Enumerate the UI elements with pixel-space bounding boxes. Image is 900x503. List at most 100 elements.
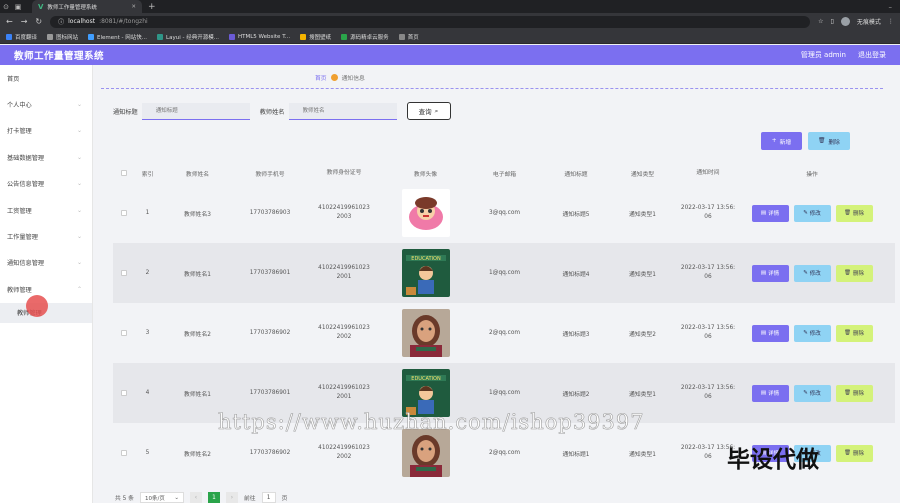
edit-button[interactable]: ✎ 修改 bbox=[793, 324, 831, 342]
row-checkbox[interactable] bbox=[121, 390, 127, 396]
add-button[interactable]: + 新增 bbox=[761, 132, 802, 150]
sidebar-item-workload[interactable]: 工作量管理 ⌄ bbox=[0, 223, 92, 249]
tab-close-icon[interactable]: ✕ bbox=[131, 4, 136, 10]
detail-button[interactable]: ▤ 详情 bbox=[751, 324, 789, 342]
cell-index: 3 bbox=[145, 330, 150, 336]
cell-email: 1@qq.com bbox=[488, 270, 521, 276]
bookmark-icon bbox=[341, 33, 348, 40]
detail-button[interactable]: ▤ 详情 bbox=[751, 204, 789, 222]
trash-icon: 🗑 bbox=[844, 450, 851, 456]
row-checkbox[interactable] bbox=[121, 330, 127, 336]
bookmark-item[interactable]: 图标网站 bbox=[47, 33, 78, 41]
more-menu-icon[interactable]: ⋮ bbox=[888, 18, 894, 25]
edit-icon: ✎ bbox=[803, 210, 808, 216]
cell-phone: 17703786903 bbox=[249, 210, 291, 216]
prev-page-button[interactable]: ‹ bbox=[189, 492, 202, 503]
bookmark-item[interactable]: 首页 bbox=[398, 33, 419, 41]
page-size-select[interactable]: 10条/页 ⌄ bbox=[139, 492, 184, 503]
sidebar-item-checkin[interactable]: 打卡管理 ⌄ bbox=[0, 118, 92, 144]
breadcrumb: 首页 通知信息 bbox=[315, 73, 365, 82]
delete-button[interactable]: 🗑 删除 bbox=[835, 384, 873, 402]
goto-label: 前往 bbox=[243, 496, 256, 502]
sidebar-item-profile[interactable]: 个人中心 ⌄ bbox=[0, 91, 92, 117]
query-button[interactable]: 查询 ⌕ bbox=[406, 102, 451, 120]
cell-title: 通知标题4 bbox=[562, 271, 590, 278]
goto-page-input[interactable]: 1 bbox=[261, 492, 276, 503]
chevron-down-icon: ⌄ bbox=[174, 494, 179, 501]
col-name: 教师姓名 bbox=[185, 171, 210, 178]
edit-button[interactable]: ✎ 修改 bbox=[793, 204, 831, 222]
app-header: 教师工作量管理系统 管理员 admin 退出登录 bbox=[0, 45, 900, 65]
delete-button[interactable]: 🗑 删除 bbox=[835, 264, 873, 282]
cell-index: 1 bbox=[145, 210, 150, 216]
profile-avatar-icon[interactable] bbox=[840, 17, 850, 26]
edit-button[interactable]: ✎ 修改 bbox=[793, 264, 831, 282]
chevron-down-icon: ⌄ bbox=[76, 127, 82, 135]
next-page-button[interactable]: › bbox=[225, 492, 238, 503]
profile-label[interactable]: 无痕模式 bbox=[857, 17, 881, 26]
watermark-text: 毕设代做 bbox=[727, 447, 819, 473]
bookmark-item[interactable]: Element - 网站快... bbox=[88, 33, 147, 41]
bookmark-item[interactable]: 搜图壁纸 bbox=[300, 33, 331, 41]
edit-button[interactable]: ✎ 修改 bbox=[793, 384, 831, 402]
bookmark-icon bbox=[6, 33, 12, 40]
detail-button[interactable]: ▤ 详情 bbox=[751, 384, 789, 402]
new-tab-icon[interactable]: + bbox=[148, 2, 156, 12]
delete-button[interactable]: 🗑 删除 bbox=[835, 444, 873, 462]
forward-icon[interactable]: → bbox=[21, 17, 28, 26]
star-icon[interactable]: ☆ bbox=[818, 18, 823, 25]
sidebar-item-announcements[interactable]: 公告信息管理 ⌄ bbox=[0, 171, 92, 197]
col-actions: 操作 bbox=[806, 171, 818, 178]
col-time: 通知时间 bbox=[696, 169, 720, 176]
cell-id: 41022419961023 2001 bbox=[318, 385, 370, 400]
teacher-avatar[interactable] bbox=[401, 429, 450, 477]
url-path: :8081/#/tongzhi bbox=[99, 18, 148, 25]
back-icon[interactable]: ← bbox=[6, 17, 13, 26]
logout-link[interactable]: 退出登录 bbox=[858, 50, 886, 60]
row-checkbox[interactable] bbox=[121, 210, 127, 216]
cell-index: 5 bbox=[145, 450, 150, 456]
pagination: 共 5 条 10条/页 ⌄ ‹ 1 › 前往 1 页 bbox=[115, 492, 287, 503]
cursor-click-indicator bbox=[26, 295, 48, 317]
table-header: 索引 教师姓名 教师手机号 教师身份证号 教师头像 电子邮箱 通知标题 通知类型… bbox=[113, 163, 895, 183]
browser-tab[interactable]: V 教师工作量管理系统 ✕ bbox=[32, 0, 142, 13]
cell-title: 通知标题5 bbox=[562, 211, 590, 218]
cell-type: 通知类型1 bbox=[629, 271, 656, 278]
reload-icon[interactable]: ↻ bbox=[35, 17, 42, 26]
title-filter-input[interactable] bbox=[141, 102, 250, 120]
bookmark-item[interactable]: 百度翻译 bbox=[6, 33, 37, 41]
detail-icon: ▤ bbox=[760, 270, 767, 276]
sidebar-item-teachers[interactable]: 教师管理 ⌃ bbox=[0, 276, 92, 302]
sidebar-item-notices[interactable]: 通知信息管理 ⌄ bbox=[0, 250, 92, 276]
batch-delete-button[interactable]: 🗑 删除 bbox=[808, 132, 850, 150]
sidebar-item-basic-data[interactable]: 基础数据管理 ⌄ bbox=[0, 144, 92, 170]
name-filter-input[interactable] bbox=[288, 102, 397, 120]
bookmark-item[interactable]: 源码精卓云服务 bbox=[341, 33, 389, 41]
detail-button[interactable]: ▤ 详情 bbox=[751, 264, 789, 282]
breadcrumb-home[interactable]: 首页 bbox=[315, 73, 327, 82]
tab-search-icon[interactable]: ▣ bbox=[12, 3, 24, 11]
col-avatar: 教师头像 bbox=[413, 171, 438, 178]
col-type: 通知类型 bbox=[630, 171, 655, 178]
select-all-checkbox[interactable] bbox=[121, 170, 127, 176]
bookmark-item[interactable]: Layui - 经典开源模... bbox=[157, 33, 219, 41]
cell-time: 2022-03-17 13:56: 06 bbox=[680, 385, 736, 400]
window-minimize-icon[interactable]: – bbox=[889, 3, 893, 11]
row-checkbox[interactable] bbox=[121, 270, 127, 276]
delete-button[interactable]: 🗑 删除 bbox=[835, 324, 873, 342]
row-checkbox[interactable] bbox=[121, 450, 127, 456]
teacher-avatar[interactable] bbox=[401, 189, 450, 237]
delete-button[interactable]: 🗑 删除 bbox=[835, 204, 873, 222]
sidepanel-icon[interactable]: ▯ bbox=[831, 18, 834, 25]
cell-type: 通知类型1 bbox=[629, 391, 656, 398]
window-menu-icon[interactable]: ⊙ bbox=[0, 3, 12, 11]
sidebar-item-home[interactable]: 首页 bbox=[0, 65, 92, 91]
teacher-avatar[interactable]: EDUCATION bbox=[401, 249, 450, 297]
page-number-current[interactable]: 1 bbox=[207, 492, 220, 503]
bookmark-item[interactable]: HTML5 Website T... bbox=[228, 33, 290, 40]
cell-id: 41022419961023 2002 bbox=[318, 445, 370, 460]
url-field[interactable]: ⓘ localhost:8081/#/tongzhi bbox=[50, 15, 811, 28]
trash-icon: 🗑 bbox=[844, 270, 851, 276]
teacher-avatar[interactable] bbox=[401, 309, 450, 357]
sidebar-item-salary[interactable]: 工资管理 ⌄ bbox=[0, 197, 92, 223]
